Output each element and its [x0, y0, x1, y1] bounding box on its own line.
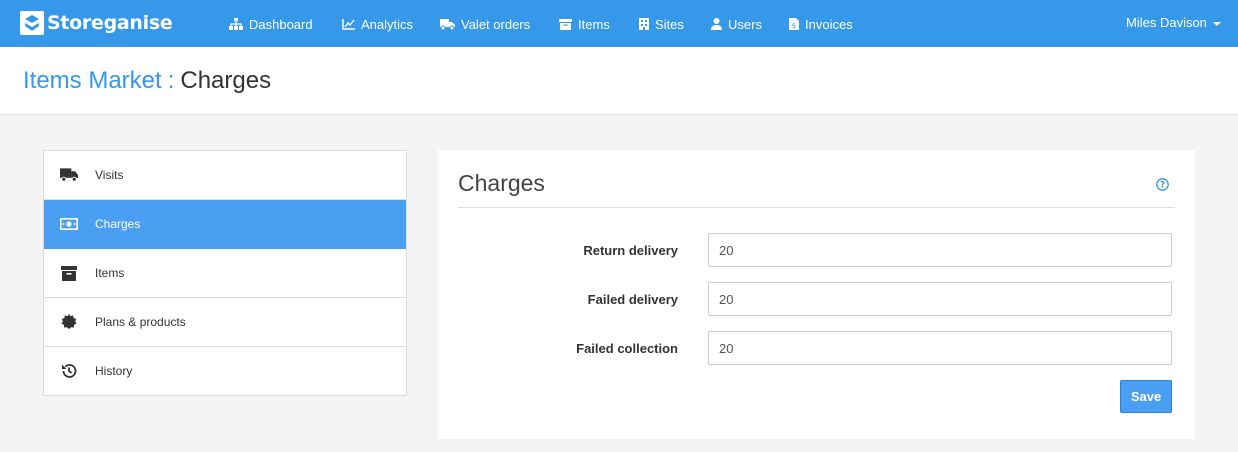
history-icon: [60, 362, 78, 380]
nav-valet-orders[interactable]: Valet orders: [440, 15, 530, 33]
sidebar-item-items[interactable]: Items: [44, 249, 406, 298]
nav-dashboard-label: Dashboard: [249, 16, 313, 32]
breadcrumb: Items Market: Charges: [23, 67, 271, 95]
help-icon[interactable]: ?: [1156, 178, 1169, 196]
sidebar-item-label: Visits: [95, 168, 124, 182]
line-chart-icon: [342, 18, 355, 30]
archive-icon: [559, 18, 572, 30]
nav-analytics-label: Analytics: [361, 16, 414, 32]
nav-users-label: Users: [728, 16, 762, 32]
settings-sidebar: Visits Charges Items Plans & products Hi…: [43, 150, 407, 396]
nav-items[interactable]: Items: [559, 15, 610, 33]
failed-delivery-input[interactable]: [708, 282, 1172, 316]
nav-invoices-label: Invoices: [805, 16, 853, 32]
sidebar-item-visits[interactable]: Visits: [44, 151, 406, 200]
return-delivery-row: Return delivery: [438, 233, 1195, 267]
failed-collection-input[interactable]: [708, 331, 1172, 365]
nav-dashboard[interactable]: Dashboard: [229, 15, 313, 33]
nav-valet-orders-label: Valet orders: [461, 16, 531, 32]
save-button[interactable]: Save: [1120, 380, 1172, 413]
sidebar-item-label: Plans & products: [95, 315, 186, 329]
sidebar-item-label: History: [95, 364, 133, 378]
storeganise-logo-icon: [20, 11, 44, 35]
money-icon: [60, 215, 78, 233]
svg-text:?: ?: [1160, 181, 1165, 191]
return-delivery-label: Return delivery: [583, 243, 678, 258]
divider: [458, 207, 1175, 208]
user-name: Miles Davison: [1126, 15, 1207, 30]
sidebar-item-label: Charges: [95, 217, 141, 231]
nav-sites-label: Sites: [655, 16, 684, 32]
charges-panel: Charges ? Return delivery Failed deliver…: [438, 150, 1195, 439]
breadcrumb-separator: :: [167, 67, 175, 94]
page-title: Charges: [180, 67, 272, 94]
user-menu[interactable]: Miles Davison: [1126, 15, 1221, 30]
sitemap-icon: [229, 18, 243, 30]
panel-title: Charges: [458, 170, 545, 196]
breadcrumb-parent-link[interactable]: Items Market: [23, 67, 162, 94]
chevron-down-icon: [1212, 21, 1221, 26]
return-delivery-input[interactable]: [708, 233, 1172, 267]
nav-users[interactable]: Users: [711, 15, 762, 33]
brand-logo[interactable]: Storeganise: [20, 10, 173, 36]
sidebar-item-label: Items: [95, 266, 125, 280]
failed-delivery-label: Failed delivery: [587, 292, 678, 307]
nav-sites[interactable]: Sites: [639, 15, 684, 33]
sidebar-item-plans-products[interactable]: Plans & products: [44, 298, 406, 347]
truck-icon: [60, 166, 78, 184]
truck-icon: [440, 18, 455, 30]
certificate-icon: [60, 313, 78, 331]
user-icon: [711, 18, 722, 30]
nav-items-label: Items: [578, 16, 610, 32]
sidebar-item-history[interactable]: History: [44, 347, 406, 395]
nav-analytics[interactable]: Analytics: [342, 15, 413, 33]
svg-text:$: $: [792, 22, 796, 30]
nav-invoices[interactable]: $ Invoices: [789, 15, 853, 33]
failed-collection-label: Failed collection: [576, 341, 678, 356]
failed-collection-row: Failed collection: [438, 331, 1195, 365]
invoice-icon: $: [789, 18, 799, 30]
building-icon: [639, 18, 649, 30]
archive-icon: [60, 264, 78, 282]
top-navbar: Storeganise Dashboard Analytics Valet or…: [0, 0, 1238, 47]
sidebar-item-charges[interactable]: Charges: [44, 200, 406, 249]
failed-delivery-row: Failed delivery: [438, 282, 1195, 316]
page-header: Items Market: Charges: [0, 47, 1238, 115]
brand-name: Storeganise: [47, 12, 173, 34]
